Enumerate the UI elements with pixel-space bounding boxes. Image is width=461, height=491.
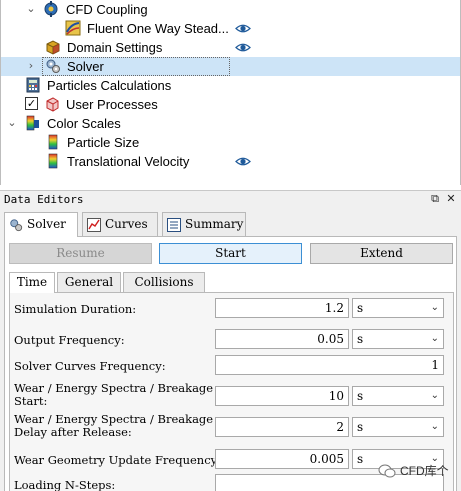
param-label-line2: Start: — [14, 394, 48, 408]
tab-general[interactable]: General — [57, 272, 121, 292]
tree-item-particle-size[interactable]: Particle Size — [1, 133, 460, 152]
param-row: Solver Curves Frequency: 1 — [10, 355, 453, 377]
time-panel: Simulation Duration: 1.2 s ⌄ Output Freq… — [9, 292, 454, 491]
param-row: Wear / Energy Spectra / Breakage Start: … — [10, 381, 453, 411]
unit-select[interactable]: s ⌄ — [352, 298, 444, 318]
param-label-line2: Delay after Release: — [14, 425, 132, 439]
tab-solver[interactable]: Solver — [4, 212, 78, 237]
chat-bubble-icon — [378, 463, 396, 479]
unit-value: s — [357, 452, 364, 466]
unit-select[interactable]: s ⌄ — [352, 417, 444, 437]
simulation-duration-field[interactable]: 1.2 — [215, 298, 349, 318]
extend-button[interactable]: Extend — [310, 243, 453, 264]
chevron-down-icon: ⌄ — [430, 421, 439, 432]
color-scale-icon — [45, 134, 61, 150]
param-label: Loading N-Steps: — [14, 478, 116, 491]
chevron-right-icon[interactable]: › — [25, 59, 37, 73]
tree-item-label: Particles Calculations — [47, 78, 172, 93]
eye-icon[interactable] — [235, 155, 251, 166]
tab-label: Solver — [27, 217, 66, 231]
tree-item-label: CFD Coupling — [66, 2, 148, 17]
chevron-down-icon: ⌄ — [430, 390, 439, 401]
chevron-down-icon[interactable]: ⌄ — [25, 2, 37, 16]
param-label: Simulation Duration: — [14, 302, 137, 316]
cfd-coupling-icon — [43, 1, 59, 17]
tree-item-fluent-one-way[interactable]: Fluent One Way Stead... — [1, 19, 460, 38]
tree-item-label: Domain Settings — [67, 40, 163, 55]
summary-icon — [167, 217, 181, 232]
eye-icon[interactable] — [235, 41, 251, 52]
tree-item-translational-velocity[interactable]: Translational Velocity — [1, 152, 460, 171]
data-editors-title: Data Editors — [4, 193, 84, 206]
data-editors-panel: Solver Curves Summary Resume Start Exten… — [0, 208, 461, 491]
calculator-icon — [25, 77, 41, 93]
tree-item-cfd-coupling[interactable]: ⌄ CFD Coupling — [1, 0, 460, 19]
tree-item-user-processes[interactable]: ✓ User Processes — [1, 95, 460, 114]
eye-icon[interactable] — [235, 22, 251, 33]
param-row: Output Frequency: 0.05 s ⌄ — [10, 329, 453, 351]
tree-item-label: Solver — [67, 59, 104, 74]
resume-button[interactable]: Resume — [9, 243, 152, 264]
tree-item-solver[interactable]: › Solver — [1, 57, 460, 76]
close-icon[interactable]: ✕ — [444, 192, 458, 206]
tab-label: Summary — [185, 217, 244, 231]
chevron-down-icon: ⌄ — [430, 333, 439, 344]
param-label: Output Frequency: — [14, 333, 125, 347]
unit-select[interactable]: s ⌄ — [352, 386, 444, 406]
unit-value: s — [357, 420, 364, 434]
tree-item-label: Translational Velocity — [67, 154, 190, 169]
tab-time[interactable]: Time — [9, 272, 55, 293]
watermark-text: CFD库个 — [400, 464, 449, 478]
user-process-icon — [44, 96, 60, 112]
tree-item-color-scales[interactable]: ⌄ Color Scales — [1, 114, 460, 133]
param-label: Wear / Energy Spectra / Breakage — [14, 381, 214, 395]
start-button[interactable]: Start — [159, 243, 302, 264]
gears-icon — [45, 58, 61, 74]
tab-label: Curves — [105, 217, 148, 231]
output-frequency-field[interactable]: 0.05 — [215, 329, 349, 349]
tree-item-label: Color Scales — [47, 116, 121, 131]
checkbox[interactable]: ✓ — [25, 97, 38, 110]
solver-tab-panel: Resume Start Extend Time General Collisi… — [4, 236, 457, 491]
tab-summary[interactable]: Summary — [162, 212, 246, 236]
tree-item-label: User Processes — [66, 97, 158, 112]
fluent-coupling-icon — [65, 20, 81, 36]
param-label: Wear Geometry Update Frequency: — [14, 453, 222, 467]
data-editors-titlebar: Data Editors ⧉ ✕ — [0, 190, 461, 208]
chevron-down-icon: ⌄ — [430, 302, 439, 313]
solver-curves-frequency-field[interactable]: 1 — [215, 355, 444, 375]
color-scale-icon — [25, 115, 41, 131]
tree-item-domain-settings[interactable]: Domain Settings — [1, 38, 460, 57]
tab-collisions[interactable]: Collisions — [123, 272, 205, 292]
wear-geometry-update-field[interactable]: 0.005 — [215, 449, 349, 469]
chevron-down-icon[interactable]: ⌄ — [6, 116, 18, 130]
unit-select[interactable]: s ⌄ — [352, 329, 444, 349]
param-label: Wear / Energy Spectra / Breakage — [14, 412, 214, 426]
wear-start-field[interactable]: 10 — [215, 386, 349, 406]
param-row: Wear / Energy Spectra / Breakage Delay a… — [10, 412, 453, 442]
color-scale-icon — [45, 153, 61, 169]
param-row: Simulation Duration: 1.2 s ⌄ — [10, 298, 453, 320]
tree-item-label: Particle Size — [67, 135, 140, 150]
domain-box-icon — [45, 39, 61, 55]
unit-value: s — [357, 389, 364, 403]
tree-item-label: Fluent One Way Stead... — [87, 21, 229, 36]
float-window-icon[interactable]: ⧉ — [428, 192, 442, 206]
wear-delay-field[interactable]: 2 — [215, 417, 349, 437]
tab-curves[interactable]: Curves — [82, 212, 158, 236]
unit-value: s — [357, 301, 364, 315]
param-label: Solver Curves Frequency: — [14, 359, 166, 373]
curves-icon — [87, 217, 101, 232]
unit-value: s — [357, 332, 364, 346]
tree-panel: ⌄ CFD Coupling Fluent One Way Stead... D… — [0, 0, 461, 185]
gears-icon — [9, 217, 23, 232]
tree-item-particles-calculations[interactable]: Particles Calculations — [1, 76, 460, 95]
